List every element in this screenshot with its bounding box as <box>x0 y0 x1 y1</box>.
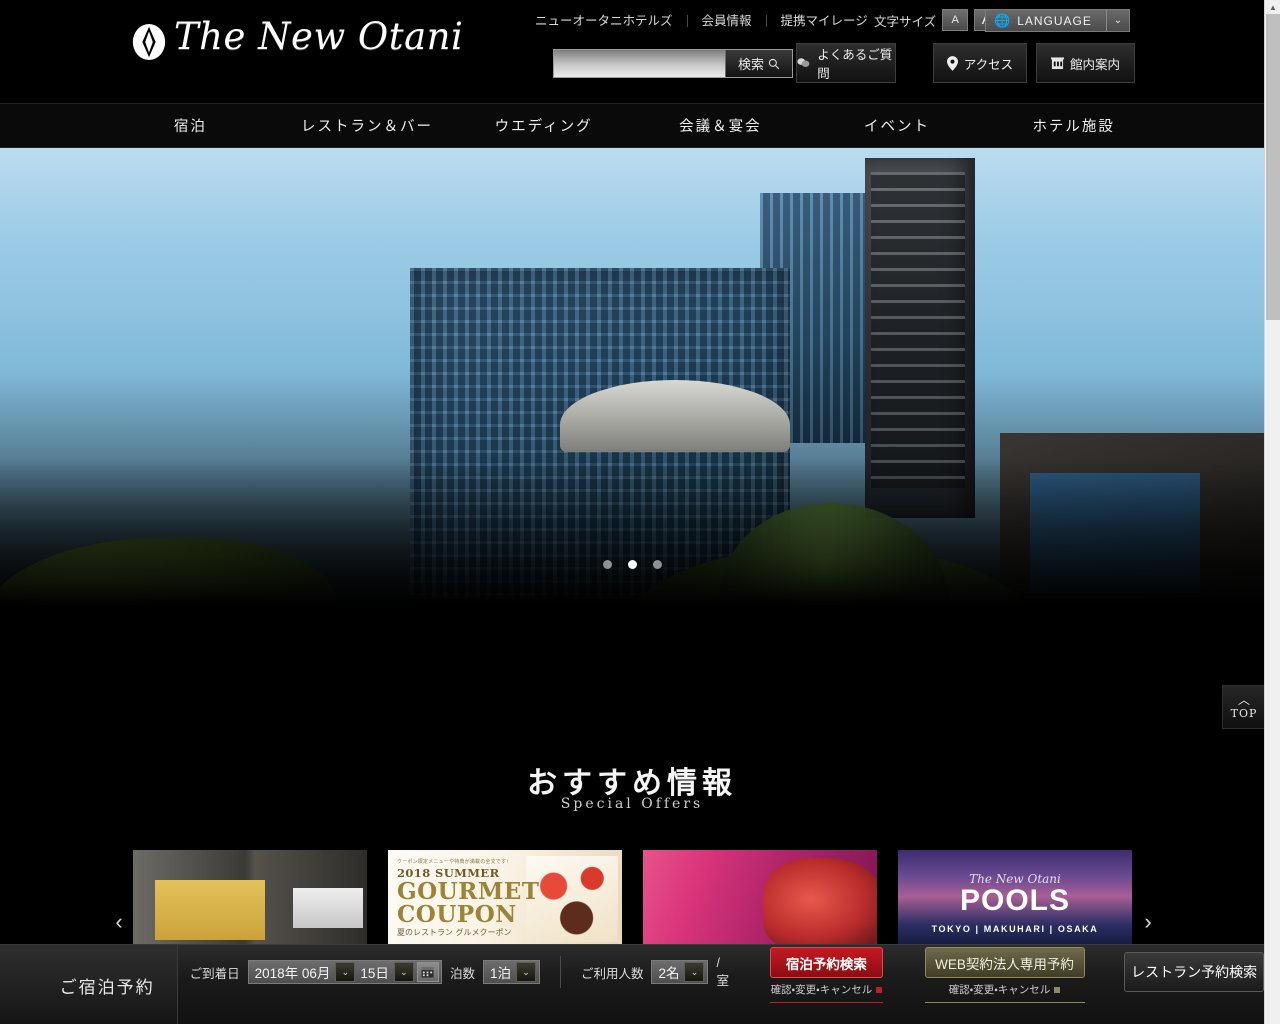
stay-search-button[interactable]: 宿泊予約検索 <box>769 947 883 978</box>
hero-bottom-fade <box>0 458 1264 648</box>
offers-subtitle: Special Offers <box>560 796 704 812</box>
reservation-controls: ご到着日 2018年 06月 ⌄ 15日 ⌄ 泊数 1泊 ⌄ ご利用人数 2名 … <box>178 945 1264 1003</box>
gourmet-line2: COUPON <box>397 901 517 929</box>
font-size-small-button[interactable]: A <box>942 9 969 31</box>
faq-button[interactable]: よくあるご質問 <box>796 43 896 83</box>
search-input[interactable] <box>554 50 725 77</box>
logo-wordmark: The New Otani <box>174 15 464 58</box>
stay-underline <box>769 1002 883 1003</box>
nights-select[interactable]: 1泊 ⌄ <box>482 960 540 984</box>
search-icon <box>768 58 780 69</box>
gourmet-kicker: クーポン限定メニューや特典が満載の全文です! <box>397 859 509 865</box>
year-month-dropdown[interactable]: ⌄ <box>335 962 356 982</box>
corporate-reservation-button[interactable]: WEB契約法人専用予約 <box>924 947 1085 978</box>
chevron-up-icon: ︿ <box>1237 692 1250 707</box>
status-square <box>1054 986 1061 993</box>
font-size-control: 文字サイズ A A <box>874 9 1001 31</box>
site-logo[interactable]: The New Otani <box>130 15 463 67</box>
language-selector[interactable]: 🌐 LANGUAGE ⌄ <box>985 9 1130 32</box>
nav-item-wedding[interactable]: ウエディング <box>455 115 632 136</box>
corporate-modify-label: 確認・変更・キャンセル <box>948 984 1051 996</box>
site-header: The New Otani ニューオータニホテルズ 会員情報 提携マイレージ 文… <box>0 0 1264 103</box>
offer-card-guestroom[interactable] <box>133 850 367 946</box>
scrollbar-thumb[interactable] <box>1266 14 1280 320</box>
stay-modify-label: 確認・変更・キャンセル <box>770 984 873 996</box>
nights-dropdown-caret[interactable]: ⌄ <box>515 962 536 982</box>
page-root: The New Otani ニューオータニホテルズ 会員情報 提携マイレージ 文… <box>0 0 1264 1024</box>
chevron-down-icon[interactable]: ⌄ <box>1107 15 1129 26</box>
nav-item-event[interactable]: イベント <box>809 115 986 136</box>
global-navigation: 宿泊 レストラン＆バー ウエディング 会議＆宴会 イベント ホテル施設 <box>0 103 1264 148</box>
offer-card-pools[interactable]: The New Otani POOLS TOKYO | MAKUHARI | O… <box>898 850 1132 946</box>
gourmet-line1: GOURMET <box>397 877 540 905</box>
carousel-next-arrow[interactable]: › <box>1134 902 1162 942</box>
stay-modify-link[interactable]: 確認・変更・キャンセル <box>771 982 883 997</box>
gourmet-jp: 夏のレストラン グルメクーポン <box>397 927 512 937</box>
search-button[interactable]: 検索 <box>725 50 792 77</box>
nav-item-restaurant[interactable]: レストラン＆バー <box>279 115 456 136</box>
nights-value: 1泊 <box>489 966 511 981</box>
nav-item-stay[interactable]: 宿泊 <box>102 115 279 136</box>
site-search: 検索 <box>553 49 793 78</box>
arrival-day: 15日 <box>360 966 389 981</box>
nav-item-banquet[interactable]: 会議＆宴会 <box>632 115 809 136</box>
carousel-prev-arrow[interactable]: ‹ <box>105 902 133 942</box>
map-pin-icon <box>946 55 958 71</box>
stay-search-block: 宿泊予約検索 確認・変更・キャンセル <box>769 947 883 1003</box>
gourmet-photo <box>526 856 618 942</box>
status-square <box>876 986 883 993</box>
offer-card-night-event[interactable] <box>643 850 877 946</box>
nights-label: 泊数 <box>449 966 475 981</box>
pools-cities: TOKYO | MAKUHARI | OSAKA <box>931 924 1099 934</box>
scroll-to-top-button[interactable]: ︿ TOP <box>1222 685 1264 729</box>
guests-value: 2名 <box>658 966 680 981</box>
building-icon <box>1050 57 1064 70</box>
page-scrollbar[interactable]: ▲ <box>1264 0 1280 1024</box>
reservation-bar: ご宿泊予約 ご到着日 2018年 06月 ⌄ 15日 ⌄ 泊数 1泊 ⌄ ご利用… <box>0 944 1264 1024</box>
arrival-date-group: 2018年 06月 ⌄ 15日 ⌄ <box>247 960 442 984</box>
reservation-title: ご宿泊予約 <box>0 945 178 1024</box>
pools-title: POOLS <box>959 884 1070 917</box>
globe-icon: 🌐 <box>994 13 1011 28</box>
corporate-block: WEB契約法人専用予約 確認・変更・キャンセル <box>924 947 1085 1003</box>
guests-dropdown-caret[interactable]: ⌄ <box>684 962 705 982</box>
access-button[interactable]: アクセス <box>933 43 1027 83</box>
offer-card-gourmet-coupon[interactable]: クーポン限定メニューや特典が満載の全文です! 2018 SUMMER GOURM… <box>388 850 622 946</box>
corporate-underline <box>924 1002 1085 1003</box>
chat-bubbles-icon <box>797 58 810 67</box>
guests-select[interactable]: 2名 ⌄ <box>651 960 709 984</box>
offers-carousel: ‹ クーポン限定メニューや特典が満載の全文です! 2018 SUMMER GOU… <box>0 850 1264 946</box>
font-size-label: 文字サイズ <box>874 14 937 29</box>
facility-button[interactable]: 館内案内 <box>1036 43 1135 83</box>
scroll-to-top-label: TOP <box>1230 706 1258 720</box>
facility-label: 館内案内 <box>1069 57 1120 72</box>
corporate-modify-link[interactable]: 確認・変更・キャンセル <box>949 982 1061 997</box>
gourmet-text-block: クーポン限定メニューや特典が満載の全文です! 2018 SUMMER GOURM… <box>397 859 540 937</box>
hero-pagination-dots <box>0 560 1264 569</box>
faq-label: よくあるご質問 <box>817 48 893 81</box>
diamond-emblem-icon <box>132 23 166 61</box>
search-button-label: 検索 <box>737 57 764 72</box>
guests-label: ご利用人数 <box>580 966 644 981</box>
toplink-hotels[interactable]: ニューオータニホテルズ <box>535 12 687 30</box>
hero-dot-2[interactable] <box>627 560 637 569</box>
calendar-icon[interactable] <box>416 962 439 982</box>
access-label: アクセス <box>963 57 1014 72</box>
arrival-year-month: 2018年 06月 <box>254 966 331 981</box>
arrival-date-label: ご到着日 <box>189 966 240 981</box>
header-top-links: ニューオータニホテルズ 会員情報 提携マイレージ <box>535 12 882 30</box>
toplink-mileage[interactable]: 提携マイレージ <box>767 12 882 30</box>
hero-dot-1[interactable] <box>602 560 612 569</box>
toplink-membership[interactable]: 会員情報 <box>688 12 766 30</box>
restaurant-search-button[interactable]: レストラン予約検索 <box>1124 952 1264 992</box>
nav-item-facility[interactable]: ホテル施設 <box>985 115 1162 136</box>
per-room-label: /室 <box>716 955 729 988</box>
language-label: LANGUAGE <box>1017 13 1092 28</box>
divider <box>559 956 561 988</box>
day-dropdown[interactable]: ⌄ <box>393 962 414 982</box>
calendar-glyph <box>421 967 434 978</box>
hero-dot-3[interactable] <box>652 560 662 569</box>
scrollbar-up-arrow[interactable]: ▲ <box>1265 0 1280 14</box>
hero-carousel[interactable] <box>0 148 1264 648</box>
